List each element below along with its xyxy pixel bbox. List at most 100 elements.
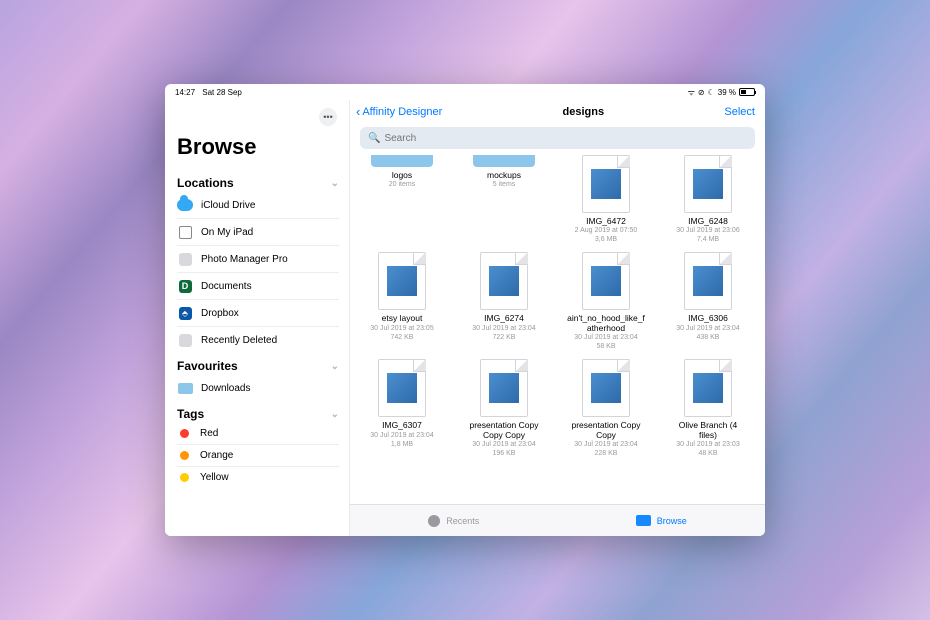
item-name: IMG_6306 <box>688 314 728 323</box>
search-bar[interactable]: 🔍 <box>360 127 755 149</box>
affinity-thumb-icon <box>591 373 621 403</box>
sidebar-item-dropbox[interactable]: ⬘ Dropbox <box>177 299 339 326</box>
item-size: 3,6 MB <box>595 236 617 244</box>
chevron-down-icon: ⌄ <box>331 361 339 372</box>
sidebar-item-documents[interactable]: D Documents <box>177 272 339 299</box>
sidebar-item-icloud-drive[interactable]: iCloud Drive <box>177 192 339 218</box>
item-size: 58 KB <box>596 343 615 351</box>
item-meta: 30 Jul 2019 at 23:04 <box>676 325 739 333</box>
tag-dot-icon <box>180 473 189 482</box>
tag-yellow[interactable]: Yellow <box>177 466 339 488</box>
documents-icon: D <box>177 278 193 294</box>
section-locations-header[interactable]: Locations ⌄ <box>177 176 339 190</box>
select-button[interactable]: Select <box>724 106 755 118</box>
item-name: IMG_6307 <box>382 421 422 430</box>
affinity-thumb-icon <box>387 266 417 296</box>
back-chevron-icon: ‹ <box>356 104 360 119</box>
item-name: ain't_no_hood_like_fatherhood <box>566 314 646 333</box>
grid-item[interactable]: presentation Copy Copy Copy 30 Jul 2019 … <box>466 359 542 458</box>
dnd-icon: ☾ <box>708 88 715 97</box>
file-icon <box>582 155 630 213</box>
item-name: Olive Branch (4 files) <box>670 421 746 440</box>
tab-browse[interactable]: Browse <box>558 505 766 536</box>
sidebar-item-label: Photo Manager Pro <box>201 254 288 265</box>
affinity-thumb-icon <box>693 169 723 199</box>
search-input[interactable] <box>384 133 747 144</box>
folder-icon <box>177 380 193 396</box>
tag-orange[interactable]: Orange <box>177 444 339 466</box>
item-meta: 20 items <box>389 181 415 189</box>
grid-item[interactable]: logos 20 items <box>364 155 440 189</box>
file-icon <box>480 252 528 310</box>
trash-icon <box>177 332 193 348</box>
section-tags-header[interactable]: Tags ⌄ <box>177 407 339 421</box>
item-size: 438 KB <box>697 334 720 342</box>
sidebar: ••• Browse Locations ⌄ iCloud Drive On M… <box>165 100 350 536</box>
status-date: Sat 28 Sep <box>202 88 242 97</box>
grid-item[interactable]: IMG_6306 30 Jul 2019 at 23:04 438 KB <box>670 252 746 341</box>
item-meta: 30 Jul 2019 at 23:03 <box>676 441 739 449</box>
tab-browse-label: Browse <box>657 516 687 526</box>
photomgr-icon <box>177 251 193 267</box>
tag-label: Red <box>200 428 218 439</box>
section-favourites-header[interactable]: Favourites ⌄ <box>177 359 339 373</box>
status-time: 14:27 <box>175 88 195 97</box>
file-icon <box>480 359 528 417</box>
tag-label: Yellow <box>200 472 229 483</box>
tag-red[interactable]: Red <box>177 423 339 444</box>
item-size: 742 KB <box>391 334 414 342</box>
sidebar-item-label: Dropbox <box>201 308 239 319</box>
file-icon <box>582 359 630 417</box>
file-icon <box>378 359 426 417</box>
item-size: 196 KB <box>493 450 516 458</box>
grid-item[interactable]: IMG_6307 30 Jul 2019 at 23:04 1,8 MB <box>364 359 440 448</box>
tab-bar: Recents Browse <box>350 504 765 536</box>
chevron-down-icon: ⌄ <box>331 409 339 420</box>
battery-icon <box>739 88 755 96</box>
battery-pct: 39 % <box>718 88 736 97</box>
file-icon <box>684 252 732 310</box>
file-grid: logos 20 items mockups 5 items IMG_6472 … <box>350 155 765 504</box>
main-pane: ‹ Affinity Designer designs Select 🔍 log… <box>350 100 765 536</box>
item-meta: 5 items <box>493 181 516 189</box>
grid-item[interactable]: ain't_no_hood_like_fatherhood 30 Jul 201… <box>568 252 644 351</box>
ipad-icon <box>177 224 193 240</box>
item-meta: 2 Aug 2019 at 07:50 <box>575 227 638 235</box>
grid-item[interactable]: Olive Branch (4 files) 30 Jul 2019 at 23… <box>670 359 746 458</box>
grid-item[interactable]: IMG_6472 2 Aug 2019 at 07:50 3,6 MB <box>568 155 644 244</box>
item-name: IMG_6248 <box>688 217 728 226</box>
sidebar-item-on-my-ipad[interactable]: On My iPad <box>177 218 339 245</box>
sidebar-item-downloads[interactable]: Downloads <box>177 375 339 401</box>
grid-item[interactable]: etsy layout 30 Jul 2019 at 23:05 742 KB <box>364 252 440 341</box>
sidebar-item-photo-manager-pro[interactable]: Photo Manager Pro <box>177 245 339 272</box>
sidebar-more-button[interactable]: ••• <box>319 108 337 126</box>
chevron-down-icon: ⌄ <box>331 178 339 189</box>
main-header: ‹ Affinity Designer designs Select <box>350 100 765 123</box>
item-meta: 30 Jul 2019 at 23:04 <box>472 441 535 449</box>
item-name: logos <box>392 171 412 180</box>
item-size: 7,4 MB <box>697 236 719 244</box>
dropbox-icon: ⬘ <box>177 305 193 321</box>
back-label: Affinity Designer <box>362 106 442 118</box>
section-locations-label: Locations <box>177 176 234 190</box>
grid-item[interactable]: mockups 5 items <box>466 155 542 189</box>
grid-item[interactable]: IMG_6248 30 Jul 2019 at 23:06 7,4 MB <box>670 155 746 244</box>
search-icon: 🔍 <box>368 133 380 144</box>
back-button[interactable]: ‹ Affinity Designer <box>356 104 442 119</box>
affinity-thumb-icon <box>489 266 519 296</box>
files-app-window: 14:27 Sat 28 Sep ᯤ ⊘ ☾ 39 % ••• Browse L… <box>165 84 765 536</box>
item-meta: 30 Jul 2019 at 23:06 <box>676 227 739 235</box>
grid-item[interactable]: IMG_6274 30 Jul 2019 at 23:04 722 KB <box>466 252 542 341</box>
folder-title: designs <box>563 106 605 118</box>
affinity-thumb-icon <box>591 169 621 199</box>
folder-icon <box>636 515 651 526</box>
grid-item[interactable]: presentation Copy Copy 30 Jul 2019 at 23… <box>568 359 644 458</box>
tab-recents[interactable]: Recents <box>350 505 558 536</box>
section-tags-label: Tags <box>177 407 204 421</box>
sidebar-item-recently-deleted[interactable]: Recently Deleted <box>177 326 339 353</box>
sidebar-item-label: On My iPad <box>201 227 253 238</box>
affinity-thumb-icon <box>591 266 621 296</box>
wifi-icon: ᯤ <box>688 87 695 98</box>
item-meta: 30 Jul 2019 at 23:04 <box>370 432 433 440</box>
item-name: presentation Copy Copy <box>568 421 644 440</box>
